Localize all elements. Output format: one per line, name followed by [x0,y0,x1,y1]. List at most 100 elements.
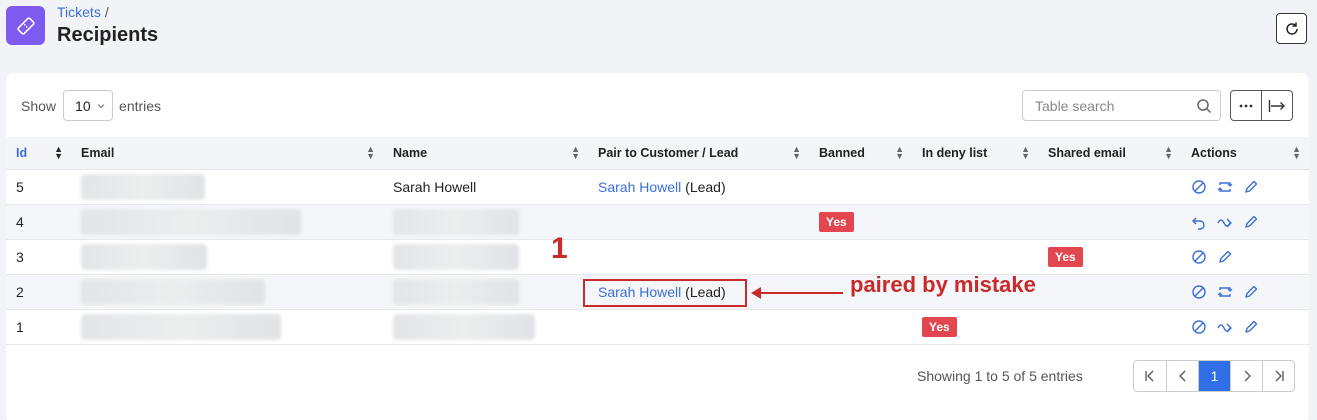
edit-icon[interactable] [1243,179,1259,195]
more-options-button[interactable] [1231,91,1261,120]
redacted-email [81,313,281,340]
pagination-info: Showing 1 to 5 of 5 entries [917,368,1083,384]
ban-icon[interactable] [1191,319,1207,335]
cell-name: Sarah Howell [383,169,588,205]
search-icon [1197,98,1212,113]
redacted-email [81,278,265,305]
column-header-actions[interactable]: Actions ▲ ▼ [1181,137,1309,170]
annotation-number: 1 [551,232,568,265]
cell-shared [1038,274,1181,310]
column-header-shared-email[interactable]: Shared email ▲ ▼ [1038,137,1181,170]
redacted-email [81,173,205,200]
edit-icon[interactable] [1243,214,1259,230]
prev-page-button[interactable] [1166,361,1198,391]
pagination: 1 [1133,360,1295,392]
pair-icon[interactable] [1217,284,1233,300]
pair-link[interactable]: Sarah Howell [598,179,681,195]
redacted-name [393,313,535,340]
column-header-banned[interactable]: Banned ▲ ▼ [809,137,912,170]
first-page-icon [1145,370,1154,382]
search-placeholder: Table search [1035,97,1115,114]
sort-icon: ▲ ▼ [1164,144,1173,161]
forward-icon[interactable] [1217,319,1233,335]
cell-shared [1038,204,1181,240]
column-header-email[interactable]: Email ▲ ▼ [71,137,383,170]
sort-icon: ▲ ▼ [1021,144,1030,161]
next-page-button[interactable] [1230,361,1262,391]
sort-icon: ▲ ▼ [792,144,801,161]
last-page-button[interactable] [1262,361,1294,391]
sort-icon: ▲ ▼ [1292,144,1301,161]
redacted-email [81,243,207,270]
entries-value: 10 [75,97,91,114]
chevron-down-icon [97,103,105,108]
table-search-input[interactable]: Table search [1022,90,1221,121]
deny-badge: Yes [922,316,957,337]
column-header-name[interactable]: Name ▲ ▼ [383,137,588,170]
sort-icon: ▲ ▼ [571,144,580,161]
pair-icon[interactable] [1217,179,1233,195]
cell-shared [1038,169,1181,205]
cell-actions [1181,309,1309,345]
refresh-button[interactable] [1276,13,1307,44]
cell-pair [588,309,809,345]
cell-deny [912,169,1038,205]
breadcrumb-separator: / [104,4,109,20]
cell-pair [588,204,809,240]
cell-actions [1181,204,1309,240]
table-row: 5 Sarah Howell Sarah Howell (Lead) [6,169,1309,205]
annotation-highlight-box [583,279,747,307]
edit-icon[interactable] [1217,249,1233,265]
entries-select[interactable]: 10 [63,90,114,121]
forward-icon[interactable] [1217,214,1233,230]
recipients-table: Id ▲ ▼ Email ▲ ▼ Name ▲ ▼ Pair to Customer / L… [6,137,1309,345]
cell-pair [588,239,809,275]
cell-banned: Yes [809,204,912,240]
page-title: Recipients [57,24,159,46]
ban-icon[interactable] [1191,284,1207,300]
cell-deny [912,239,1038,275]
breadcrumb-tickets-link[interactable]: Tickets [57,4,101,20]
columns-icon [1269,99,1286,112]
banned-badge: Yes [819,211,854,232]
ticket-icon [6,6,45,45]
page-header: Tickets / Recipients [0,0,1317,60]
cell-id: 1 [6,309,71,345]
cell-pair: Sarah Howell (Lead) [588,169,809,205]
cell-name [383,309,588,345]
last-page-icon [1275,370,1284,382]
table-row: 3 Yes [6,239,1309,275]
cell-name [383,274,588,310]
chevron-left-icon [1178,370,1185,382]
cell-id: 4 [6,204,71,240]
cell-id: 3 [6,239,71,275]
redacted-name [393,243,519,270]
sort-icon: ▲ ▼ [54,144,63,161]
cell-id: 2 [6,274,71,310]
edit-icon[interactable] [1243,319,1259,335]
undo-icon[interactable] [1191,214,1207,230]
columns-button[interactable] [1261,91,1292,120]
cell-shared: Yes [1038,239,1181,275]
cell-email [71,169,383,205]
redacted-email [81,208,301,235]
ban-icon[interactable] [1191,249,1207,265]
column-header-pair[interactable]: Pair to Customer / Lead ▲ ▼ [588,137,809,170]
redacted-name [393,278,519,305]
column-header-id[interactable]: Id ▲ ▼ [6,137,71,170]
entries-label: entries [119,97,162,114]
cell-actions [1181,274,1309,310]
cell-deny: Yes [912,309,1038,345]
cell-actions [1181,169,1309,205]
cell-deny [912,204,1038,240]
column-header-deny-list[interactable]: In deny list ▲ ▼ [912,137,1038,170]
annotation-text: paired by mistake [850,272,1036,297]
sort-icon: ▲ ▼ [366,144,375,161]
edit-icon[interactable] [1243,284,1259,300]
table-row: 1 Yes [6,309,1309,345]
page-1-button[interactable]: 1 [1198,361,1230,391]
recipients-card: Show 10 entries Table search Id ▲ ▼ Email ▲… [6,73,1309,420]
first-page-button[interactable] [1134,361,1166,391]
ban-icon[interactable] [1191,179,1207,195]
annotation-arrow [751,287,843,299]
